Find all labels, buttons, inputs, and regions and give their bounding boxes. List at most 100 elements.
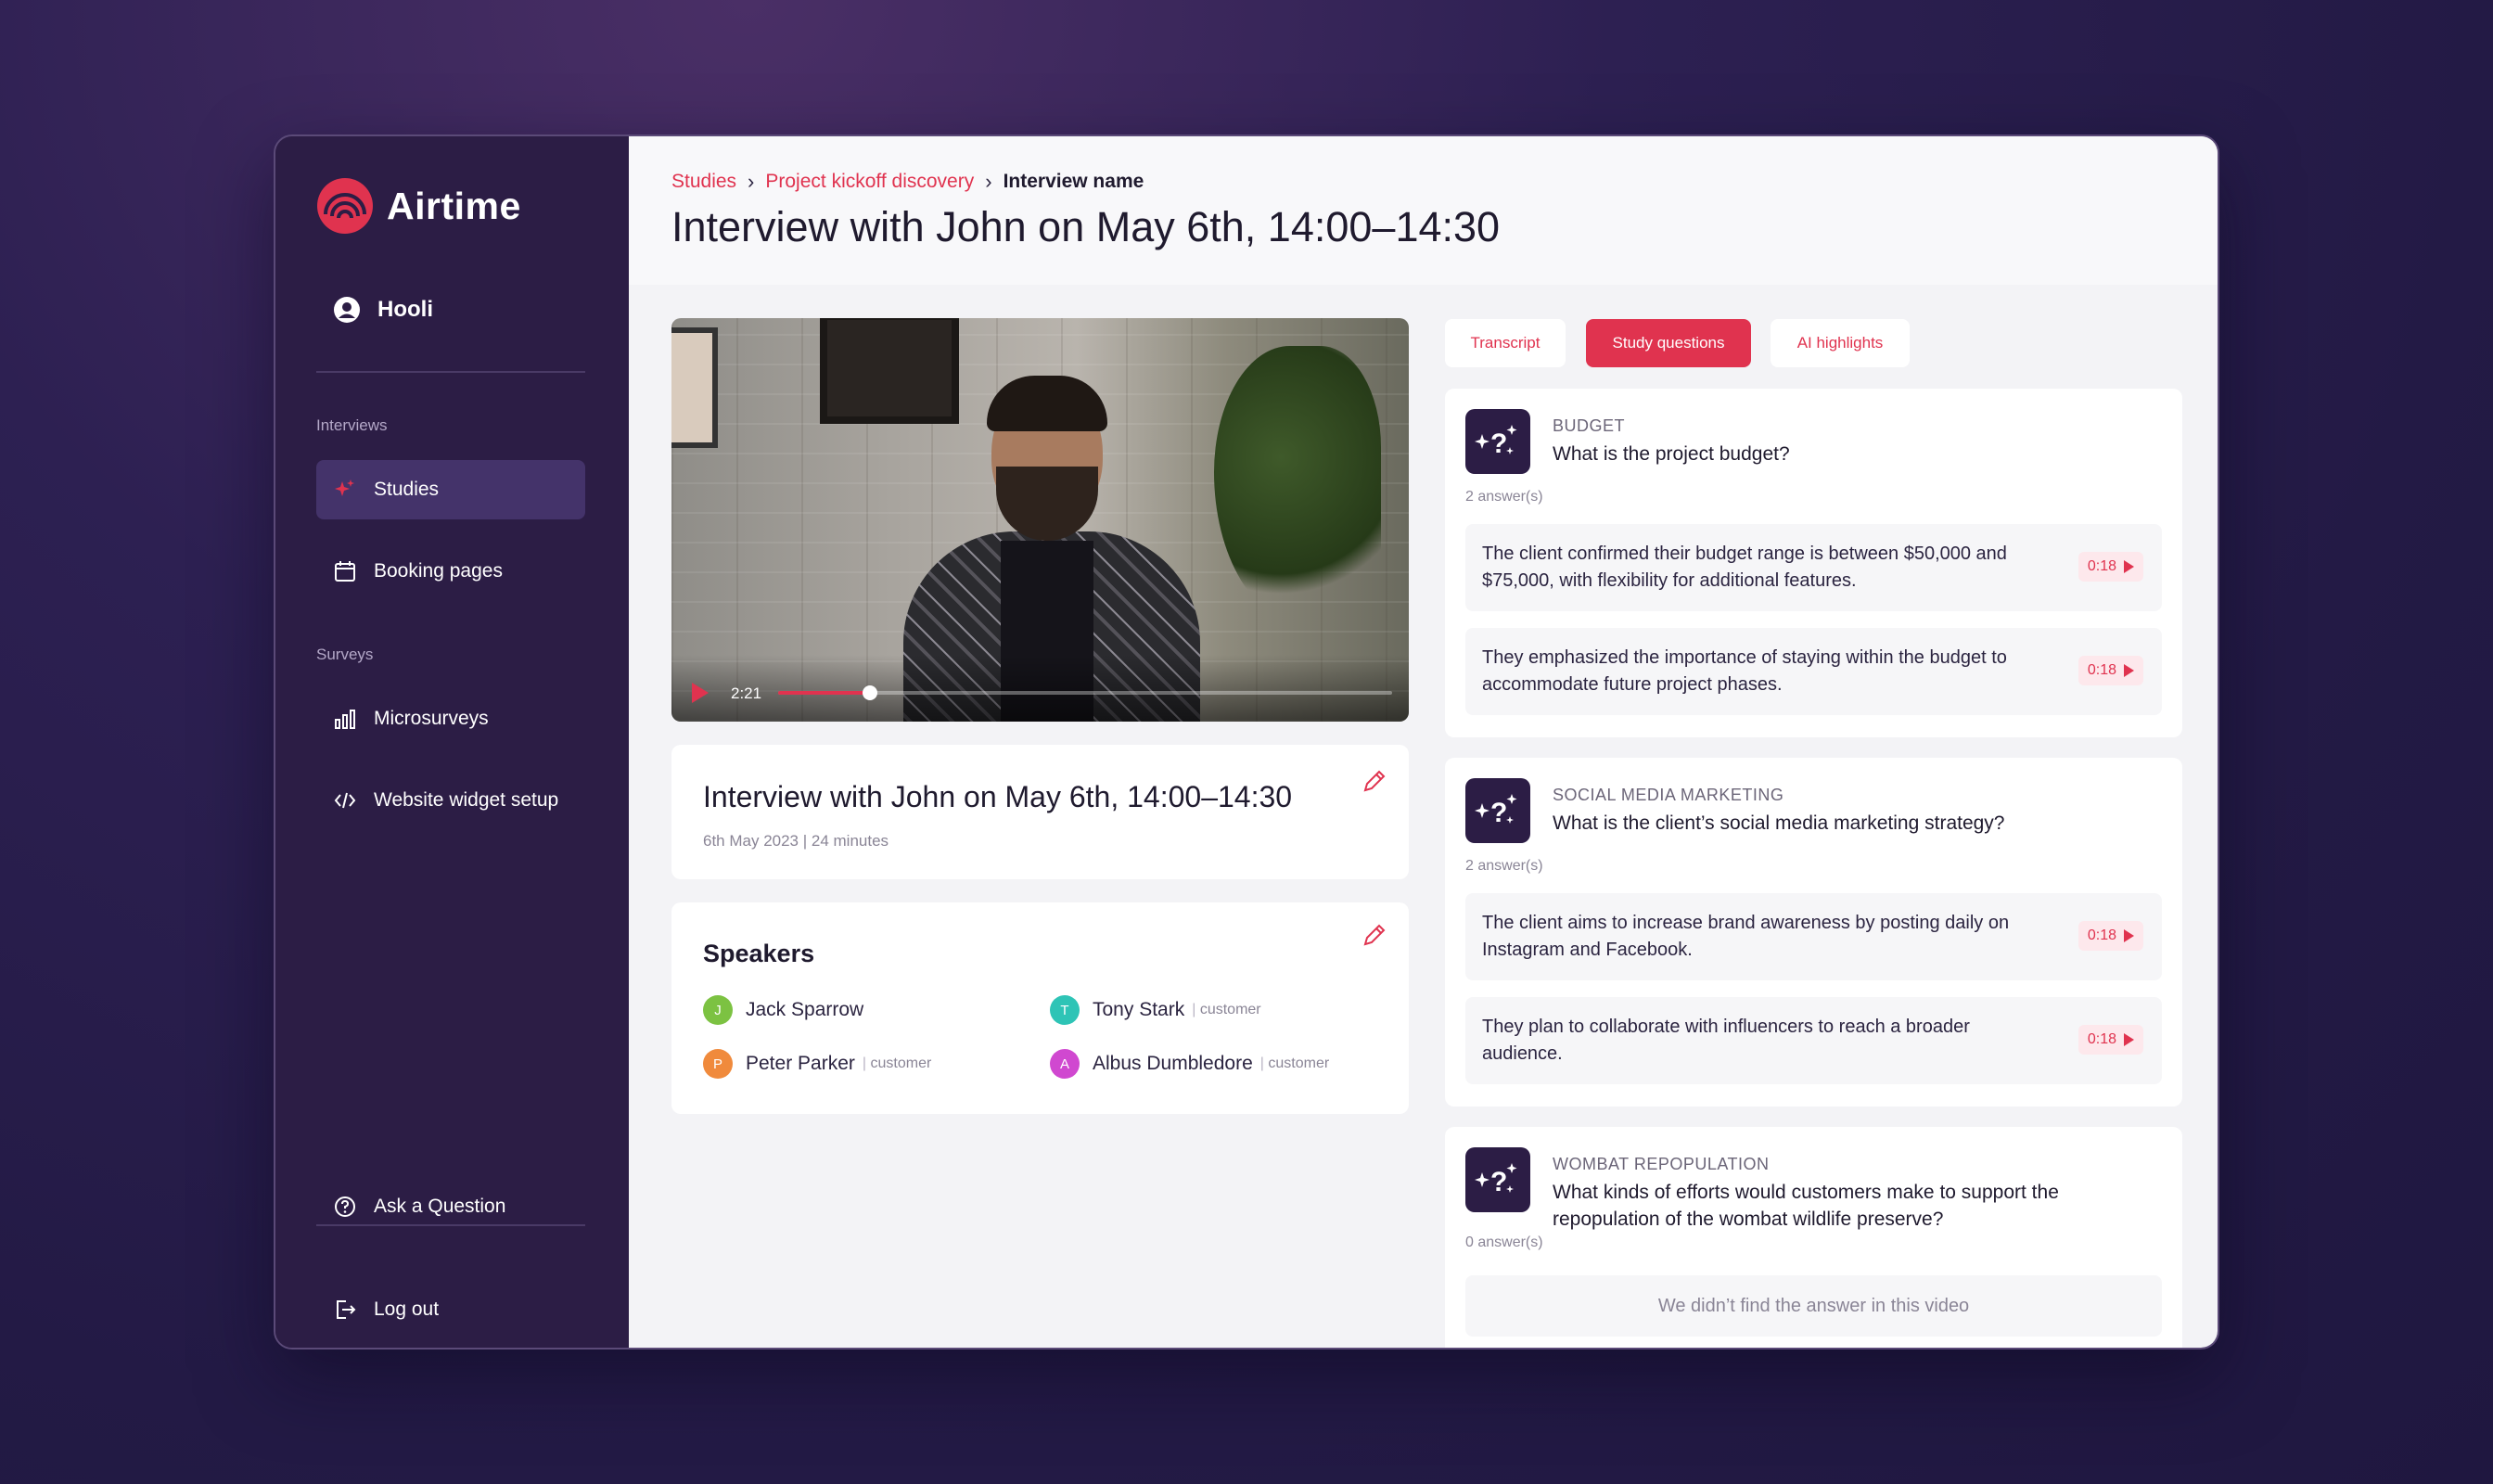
section-label-interviews: Interviews [316,416,388,434]
answer-text: The client confirmed their budget range … [1482,544,2007,591]
video-poster-left [671,327,718,448]
logo[interactable]: Airtime [316,177,521,235]
video-controls: 2:21 [671,655,1409,722]
question-text: What is the client’s social media market… [1553,812,2005,834]
app-window: Airtime Hooli Interviews Studies Booking… [274,134,2219,1350]
svg-text:?: ? [1490,429,1507,459]
question-category: SOCIAL MEDIA MARKETING [1553,786,1784,804]
help-circle-icon [335,1196,355,1217]
video-scrubber-handle[interactable] [863,685,878,700]
speaker-role: customer [1260,1055,1329,1072]
sidebar-item-label: Studies [374,479,440,500]
video-progress-track[interactable] [778,685,1392,700]
org-switcher[interactable]: Hooli [333,296,433,324]
sparkle-icon [335,480,354,496]
ask-question-button[interactable]: Ask a Question [316,1177,585,1236]
video-picture-frame [820,318,959,424]
edit-icon[interactable] [1361,921,1388,949]
avatar: A [1050,1049,1080,1079]
sidebar-item-microsurveys[interactable]: Microsurveys [316,689,585,748]
breadcrumb-current: Interview name [1003,171,1144,192]
page-header: Studies › Project kickoff discovery › In… [629,136,2218,285]
speakers-card: Speakers J Jack Sparrow T Tony Stark cus… [671,902,1409,1114]
speaker-name: Peter Parker [746,1053,855,1074]
answer-text: They plan to collaborate with influencer… [1482,1017,1970,1064]
timestamp-play-button[interactable]: 0:18 [2078,921,2143,951]
speaker-role: customer [1192,1002,1261,1018]
logout-label: Log out [374,1298,440,1320]
main-content: Studies › Project kickoff discovery › In… [629,136,2218,1348]
question-text: What kinds of efforts would customers ma… [1553,1182,2059,1230]
chevron-right-icon: › [985,170,992,193]
svg-text:?: ? [1490,1167,1507,1197]
answer-text: They emphasized the importance of stayin… [1482,647,2007,695]
page-title: Interview with John on May 6th, 14:00–14… [671,203,1501,250]
question-card-wombat: ? WOMBAT REPOPULATION What kinds of effo… [1445,1127,2182,1348]
timestamp-play-button[interactable]: 0:18 [2078,1025,2143,1055]
play-icon [2124,1033,2134,1046]
breadcrumb-study[interactable]: Project kickoff discovery [765,171,974,193]
sidebar-item-website-widget[interactable]: Website widget setup [316,771,585,830]
ask-question-label: Ask a Question [374,1196,506,1217]
tab-transcript[interactable]: Transcript [1445,319,1566,367]
answer-count: 2 answer(s) [1465,858,1543,874]
tab-ai-highlights[interactable]: AI highlights [1771,319,1910,367]
speaker-item[interactable]: J Jack Sparrow [703,995,863,1025]
question-text: What is the project budget? [1553,443,1790,465]
org-name: Hooli [377,297,433,322]
question-category: BUDGET [1553,416,1626,435]
breadcrumb-studies[interactable]: Studies [671,171,736,193]
logout-button[interactable]: Log out [316,1280,585,1339]
play-icon[interactable] [692,683,709,703]
answer-item: They plan to collaborate with influencer… [1465,997,2162,1084]
timestamp-label: 0:18 [2087,662,2116,678]
code-icon [334,792,356,809]
bar-chart-icon [335,710,355,729]
speaker-item[interactable]: T Tony Stark customer [1050,995,1261,1025]
calendar-icon [335,561,355,582]
sidebar-item-label: Website widget setup [374,789,559,811]
ai-question-icon: ? [1465,409,1530,474]
ai-question-icon: ? [1465,1147,1530,1212]
speaker-item[interactable]: P Peter Parker customer [703,1049,931,1079]
answer-item: They emphasized the importance of stayin… [1465,628,2162,715]
logout-icon [337,1300,356,1319]
speaker-role: customer [863,1055,932,1072]
speakers-title: Speakers [703,940,815,967]
interview-info-card: Interview with John on May 6th, 14:00–14… [671,745,1409,879]
timestamp-play-button[interactable]: 0:18 [2078,656,2143,685]
sidebar: Airtime Hooli Interviews Studies Booking… [275,136,629,1348]
play-icon [2124,560,2134,573]
app-name: Airtime [387,184,521,227]
edit-icon[interactable] [1361,767,1388,795]
speaker-name: Albus Dumbledore [1093,1053,1253,1074]
avatar: J [703,995,733,1025]
chevron-right-icon: › [748,170,755,193]
answer-count: 0 answer(s) [1465,1235,1543,1250]
breadcrumb: Studies › Project kickoff discovery › In… [671,170,1144,194]
answer-text: The client aims to increase brand awaren… [1482,913,2010,960]
timestamp-label: 0:18 [2087,1031,2116,1047]
answer-count: 2 answer(s) [1465,489,1543,505]
question-card-social-media: ? SOCIAL MEDIA MARKETING What is the cli… [1445,758,2182,1107]
sidebar-item-label: Booking pages [374,560,503,582]
timestamp-label: 0:18 [2087,558,2116,574]
sidebar-item-booking-pages[interactable]: Booking pages [316,542,585,601]
sidebar-item-studies[interactable]: Studies [316,460,585,519]
no-answer-message: We didn’t find the answer in this video [1465,1275,2162,1337]
timestamp-play-button[interactable]: 0:18 [2078,552,2143,582]
answer-item: The client confirmed their budget range … [1465,524,2162,611]
play-icon [2124,929,2134,942]
ai-question-icon: ? [1465,778,1530,843]
video-time: 2:21 [731,684,762,702]
sidebar-item-label: Microsurveys [374,708,489,729]
speaker-name: Jack Sparrow [746,999,864,1020]
speaker-item[interactable]: A Albus Dumbledore customer [1050,1049,1329,1079]
tab-study-questions[interactable]: Study questions [1586,319,1751,367]
avatar: P [703,1049,733,1079]
interview-meta: 6th May 2023 | 24 minutes [703,832,889,850]
speaker-name: Tony Stark [1093,999,1185,1020]
airtime-logo-icon [317,178,373,234]
video-player[interactable]: 2:21 [671,318,1409,722]
sidebar-divider [316,371,585,373]
